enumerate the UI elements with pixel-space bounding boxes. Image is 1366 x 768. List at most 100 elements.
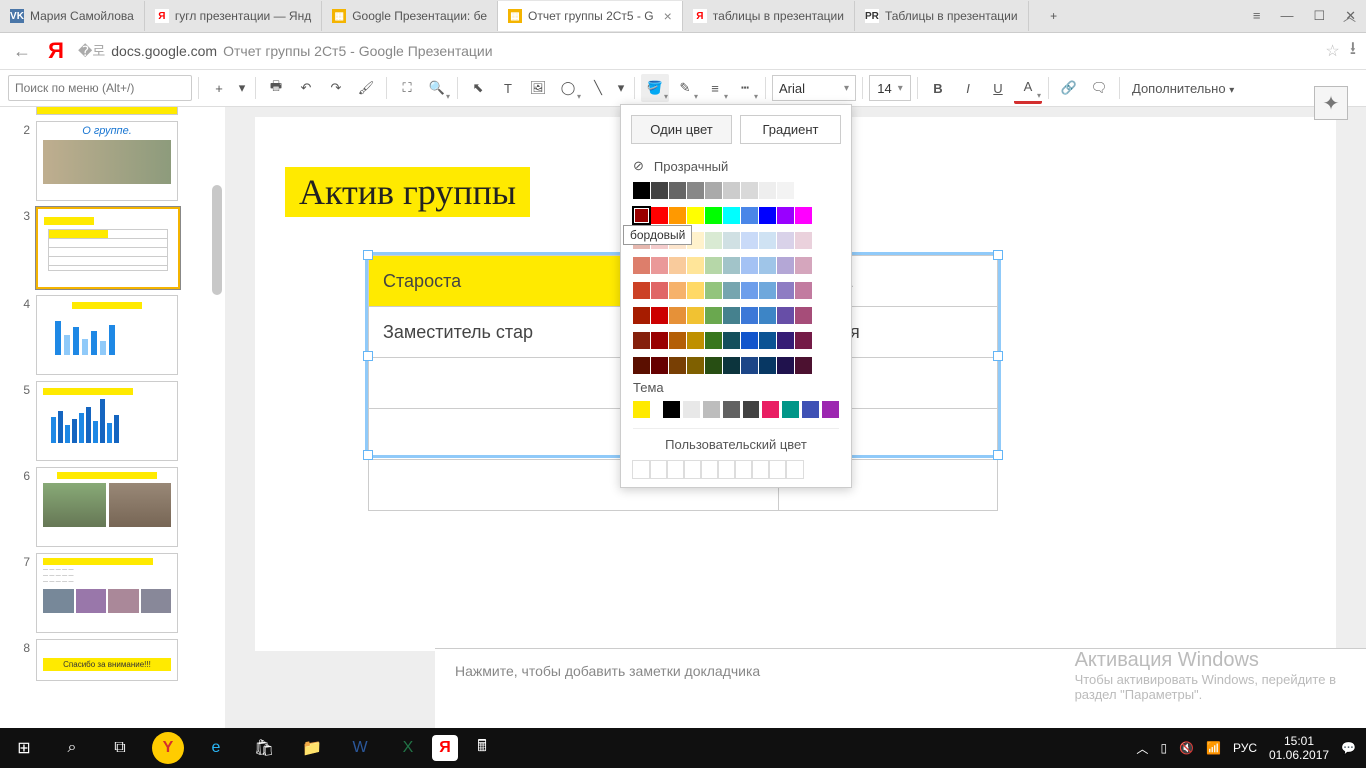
color-swatch[interactable]	[705, 207, 722, 224]
color-swatch[interactable]	[759, 232, 776, 249]
theme-color-swatch[interactable]	[802, 401, 819, 418]
color-swatch[interactable]	[777, 232, 794, 249]
paint-format-button[interactable]: 🖌	[352, 74, 380, 102]
color-swatch[interactable]	[669, 207, 686, 224]
browser-tab[interactable]: ▦Отчет группы 2Ст5 - G×	[498, 1, 683, 31]
wifi-icon[interactable]: 📶	[1206, 741, 1221, 755]
browser-tab[interactable]: Ягугл презентации — Янд	[145, 1, 322, 31]
new-slide-dropdown[interactable]: ▾	[235, 74, 249, 102]
color-swatch[interactable]	[795, 257, 812, 274]
browser-tab[interactable]: Ятаблицы в презентации	[683, 1, 855, 31]
print-button[interactable]: 🖶	[262, 74, 290, 102]
theme-color-swatch[interactable]	[822, 401, 839, 418]
more-options[interactable]: Дополнительно ▾	[1132, 81, 1234, 96]
color-swatch[interactable]	[759, 257, 776, 274]
volume-icon[interactable]: 🔇	[1179, 741, 1194, 755]
add-comment-button[interactable]: 🗨	[1085, 74, 1113, 102]
zoom-fit-button[interactable]: ⛶	[393, 74, 421, 102]
theme-color-swatch[interactable]	[633, 401, 650, 418]
color-swatch[interactable]	[705, 282, 722, 299]
bookmark-icon[interactable]: ☆	[1325, 41, 1339, 61]
slide-thumb-7[interactable]: 7— — — — —— — — — —— — — — —	[0, 553, 210, 633]
theme-color-swatch[interactable]	[703, 401, 720, 418]
color-swatch[interactable]	[705, 232, 722, 249]
color-swatch[interactable]	[795, 332, 812, 349]
color-swatch[interactable]	[669, 282, 686, 299]
underline-button[interactable]: U	[984, 74, 1012, 102]
color-swatch[interactable]	[759, 207, 776, 224]
color-swatch[interactable]	[741, 257, 758, 274]
color-swatch[interactable]	[687, 207, 704, 224]
color-swatch[interactable]	[633, 332, 650, 349]
start-button[interactable]: ⊞	[0, 728, 48, 768]
color-swatch[interactable]	[669, 332, 686, 349]
color-swatch[interactable]	[795, 357, 812, 374]
color-swatch[interactable]	[741, 232, 758, 249]
color-swatch[interactable]	[687, 257, 704, 274]
color-swatch[interactable]	[633, 357, 650, 374]
slide-thumb-8[interactable]: 8Спасибо за внимание!!!	[0, 639, 210, 681]
italic-button[interactable]: I	[954, 74, 982, 102]
color-swatch[interactable]	[687, 332, 704, 349]
color-swatch[interactable]	[633, 282, 650, 299]
minimize-button[interactable]: —	[1280, 8, 1293, 24]
color-swatch[interactable]	[723, 357, 740, 374]
color-swatch[interactable]	[687, 282, 704, 299]
yandex-browser-icon[interactable]: Y	[152, 732, 184, 764]
slide-title[interactable]: Актив группы	[285, 167, 530, 217]
word-icon[interactable]: W	[336, 728, 384, 768]
text-box-tool[interactable]: T	[494, 74, 522, 102]
undo-button[interactable]: ↶	[292, 74, 320, 102]
new-tab-button[interactable]: +	[1029, 1, 1079, 31]
color-swatch[interactable]	[723, 282, 740, 299]
theme-color-swatch[interactable]	[723, 401, 740, 418]
color-swatch[interactable]	[705, 332, 722, 349]
color-swatch[interactable]	[741, 307, 758, 324]
scrollbar-thumb[interactable]	[212, 185, 222, 295]
text-color-button[interactable]: A	[1014, 73, 1042, 104]
image-button[interactable]: 🖼	[524, 74, 552, 102]
edge-icon[interactable]: e	[192, 728, 240, 768]
bold-button[interactable]: B	[924, 74, 952, 102]
insert-link-button[interactable]: 🔗	[1055, 74, 1083, 102]
explorer-icon[interactable]: 📁	[288, 728, 336, 768]
line-tool[interactable]: ╲	[584, 74, 612, 102]
color-swatch[interactable]	[651, 282, 668, 299]
system-tray[interactable]: ︿ ▯ 🔇 📶 РУС 15:0101.06.2017 💬	[1126, 734, 1366, 763]
tray-expand-icon[interactable]: ︿	[1136, 740, 1148, 757]
task-view-icon[interactable]: ⧉	[96, 728, 144, 768]
color-swatch[interactable]	[723, 257, 740, 274]
color-swatch[interactable]	[759, 357, 776, 374]
border-color-button[interactable]: ✎	[671, 74, 699, 102]
new-slide-button[interactable]: +	[205, 74, 233, 102]
line-dropdown[interactable]: ▾	[614, 74, 628, 102]
color-swatch[interactable]	[687, 357, 704, 374]
color-swatch[interactable]	[777, 182, 794, 199]
color-swatch[interactable]	[669, 257, 686, 274]
color-swatch[interactable]	[759, 332, 776, 349]
color-swatch[interactable]	[633, 207, 650, 224]
maximize-button[interactable]: ☐	[1313, 8, 1325, 24]
color-swatch[interactable]	[795, 182, 812, 199]
color-swatch[interactable]	[723, 232, 740, 249]
color-swatch[interactable]	[741, 207, 758, 224]
color-swatch[interactable]	[741, 332, 758, 349]
browser-menu-icon[interactable]: ≡	[1253, 8, 1261, 24]
theme-color-swatch[interactable]	[762, 401, 779, 418]
custom-color-slot[interactable]	[785, 460, 804, 479]
slide-thumb-4[interactable]: 4	[0, 295, 210, 375]
color-swatch[interactable]	[687, 307, 704, 324]
fill-color-button[interactable]: 🪣	[641, 74, 669, 102]
color-swatch[interactable]	[777, 282, 794, 299]
color-swatch[interactable]	[705, 257, 722, 274]
color-swatch[interactable]	[777, 257, 794, 274]
browser-tab[interactable]: PRТаблицы в презентации	[855, 1, 1029, 31]
back-button[interactable]: ←	[10, 41, 34, 62]
slide-thumb-3[interactable]: 3	[0, 207, 210, 289]
color-swatch[interactable]	[795, 282, 812, 299]
collapse-toolbar-icon[interactable]: ︿	[1343, 6, 1356, 25]
url-input[interactable]: �로 docs.google.com Отчет группы 2Ст5 - G…	[78, 41, 1315, 61]
search-icon[interactable]: ⌕	[48, 728, 96, 768]
browser-tab[interactable]: VKМария Самойлова	[0, 1, 145, 31]
color-swatch[interactable]	[777, 207, 794, 224]
